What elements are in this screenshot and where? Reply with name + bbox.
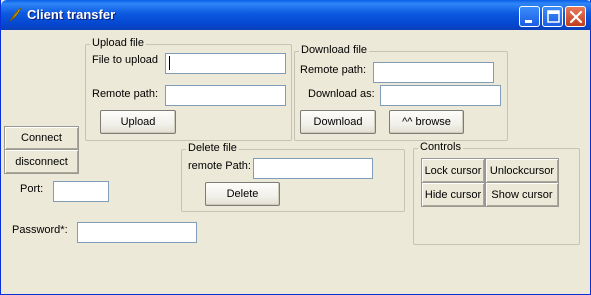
window-title: Client transfer [27, 7, 116, 22]
delete-button[interactable]: Delete [205, 182, 280, 206]
file-to-upload-label: File to upload [92, 54, 159, 66]
password-input[interactable] [77, 222, 197, 243]
minimize-button[interactable] [519, 6, 540, 27]
upload-remote-path-label: Remote path: [92, 88, 159, 100]
client-transfer-window: Client transfer Upload file File to uplo… [0, 0, 591, 295]
text-caret [169, 56, 170, 70]
maximize-icon [547, 10, 560, 23]
upload-group-legend: Upload file [90, 37, 146, 49]
hide-cursor-button[interactable]: Hide cursor [421, 182, 485, 207]
show-cursor-button[interactable]: Show cursor [485, 182, 559, 207]
minimize-icon [525, 20, 532, 23]
maximize-button[interactable] [542, 6, 563, 27]
connect-button[interactable]: Connect [4, 126, 79, 150]
upload-button[interactable]: Upload [100, 110, 176, 134]
tk-feather-icon [9, 6, 22, 22]
download-as-label: Download as: [308, 88, 375, 100]
delete-remote-path-input[interactable] [253, 158, 373, 179]
download-button[interactable]: Download [300, 110, 376, 134]
delete-group-legend: Delete file [186, 142, 239, 154]
download-group-legend: Download file [299, 44, 370, 56]
close-icon [569, 10, 583, 24]
download-as-input[interactable] [380, 85, 501, 106]
unlock-cursor-button[interactable]: Unlockcursor [485, 158, 559, 183]
delete-remote-path-label: remote Path: [188, 160, 251, 172]
download-remote-path-input[interactable] [373, 62, 494, 83]
password-label: Password*: [12, 224, 68, 236]
download-remote-path-label: Remote path: [300, 64, 367, 76]
port-input[interactable] [53, 181, 109, 202]
controls-group-legend: Controls [418, 141, 463, 153]
port-label: Port: [20, 183, 44, 195]
file-to-upload-input[interactable] [165, 53, 286, 74]
browse-button[interactable]: ^^ browse [389, 110, 464, 134]
close-button[interactable] [565, 6, 586, 27]
upload-remote-path-input[interactable] [165, 85, 286, 106]
title-bar[interactable]: Client transfer [1, 0, 591, 30]
lock-cursor-button[interactable]: Lock cursor [421, 158, 485, 183]
disconnect-button[interactable]: disconnect [4, 149, 79, 174]
